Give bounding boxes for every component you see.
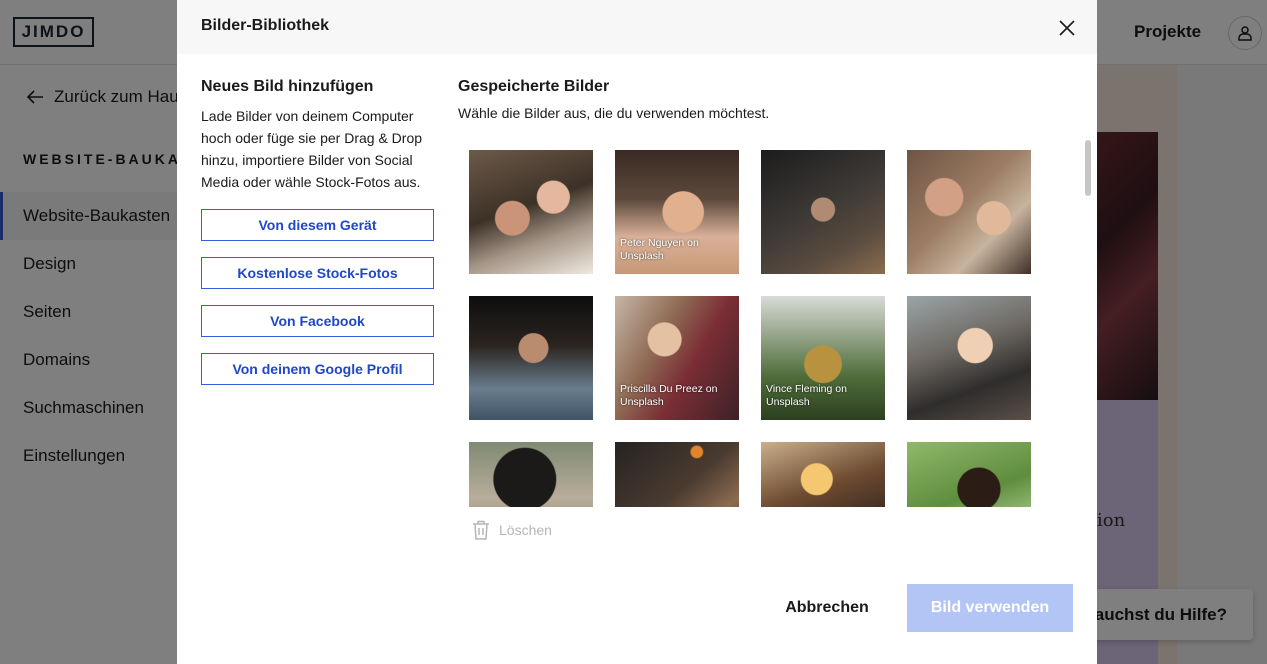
image-thumbnail[interactable] [907,150,1031,274]
image-library-modal: Bilder-Bibliothek Neues Bild hinzufügen … [177,0,1097,664]
delete-button[interactable]: Löschen [472,520,552,540]
modal-header: Bilder-Bibliothek [177,0,1097,54]
upload-from-device-button[interactable]: Von diesem Gerät [201,209,434,241]
image-thumbnail[interactable] [469,296,593,420]
saved-images-panel: Gespeicherte Bilder Wähle die Bilder aus… [458,78,1078,121]
add-image-panel: Neues Bild hinzufügen Lade Bilder von de… [201,78,436,385]
stock-photos-button[interactable]: Kostenlose Stock-Fotos [201,257,434,289]
image-credit: Peter Nguyen on Unsplash [620,237,699,262]
facebook-import-button[interactable]: Von Facebook [201,305,434,337]
image-thumbnail[interactable] [615,442,739,507]
image-thumbnail[interactable] [761,150,885,274]
use-image-button[interactable]: Bild verwenden [907,584,1073,632]
image-credit: Vince Fleming on Unsplash [766,383,847,408]
saved-images-subheading: Wähle die Bilder aus, die du verwenden m… [458,105,770,121]
add-image-heading: Neues Bild hinzufügen [201,78,374,95]
google-profile-import-button[interactable]: Von deinem Google Profil [201,353,434,385]
delete-label: Löschen [499,522,552,538]
trash-icon [473,520,489,540]
image-thumbnail[interactable] [761,442,885,507]
image-thumbnail[interactable]: Priscilla Du Preez on Unsplash [615,296,739,420]
close-icon [1059,20,1075,36]
image-thumbnail[interactable] [907,442,1031,507]
close-button[interactable] [1056,17,1078,39]
cancel-button[interactable]: Abbrechen [765,584,889,632]
image-thumbnail[interactable]: Peter Nguyen on Unsplash [615,150,739,274]
images-scrollbar[interactable] [1082,140,1094,507]
add-image-description: Lade Bilder von deinem Computer hoch ode… [201,108,423,190]
image-thumbnail[interactable] [469,442,593,507]
image-credit: Priscilla Du Preez on Unsplash [620,383,718,408]
saved-images-grid[interactable]: Peter Nguyen on Unsplash Priscilla Du Pr… [458,140,1088,507]
image-thumbnail[interactable]: Vince Fleming on Unsplash [761,296,885,420]
saved-images-heading: Gespeicherte Bilder [458,78,610,95]
scrollbar-thumb[interactable] [1085,140,1091,196]
image-thumbnail[interactable] [469,150,593,274]
modal-title: Bilder-Bibliothek [201,17,330,34]
image-thumbnail[interactable] [907,296,1031,420]
